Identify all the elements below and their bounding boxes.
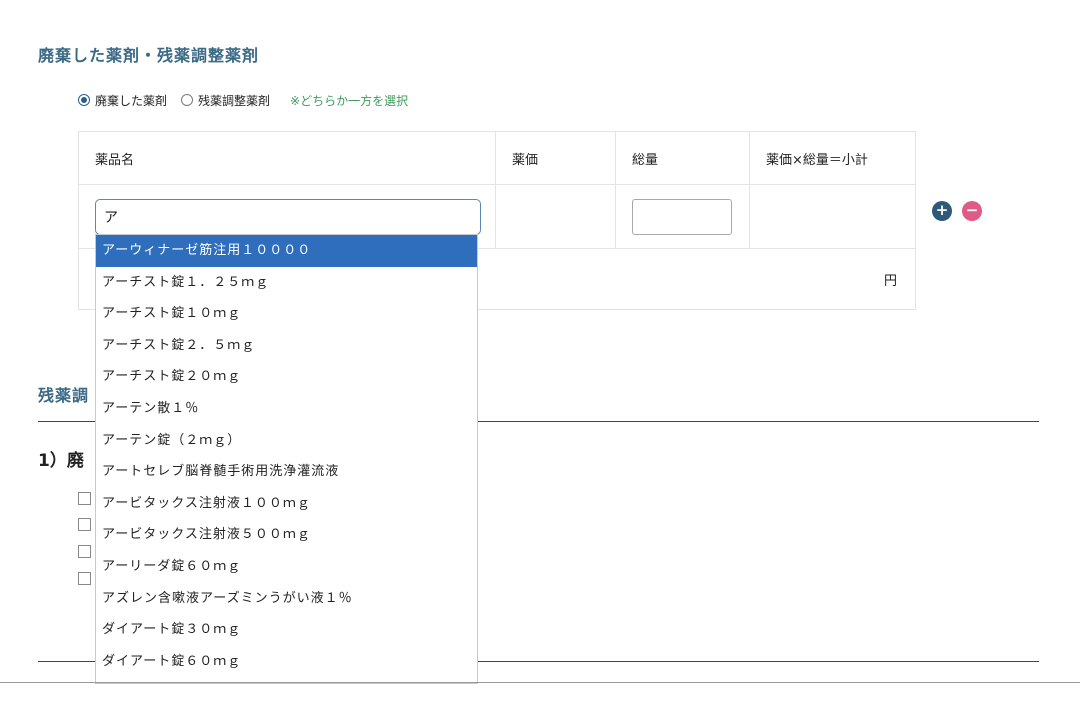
- radio-checked-indicator[interactable]: [78, 94, 90, 106]
- minus-circle-icon: −: [965, 201, 979, 219]
- quantity-input[interactable]: [632, 198, 732, 235]
- selection-hint: ※どちらか一方を選択: [290, 93, 409, 108]
- radio-leftover-adjust-drug[interactable]: 残薬調整薬剤: [181, 92, 270, 109]
- radio-unchecked-indicator[interactable]: [181, 94, 194, 106]
- checkbox[interactable]: [78, 492, 91, 505]
- section-title-leftover: 残薬調: [38, 386, 90, 405]
- price-cell: [495, 184, 616, 249]
- drug-name-input[interactable]: [95, 198, 481, 235]
- add-row-button[interactable]: +: [932, 201, 952, 221]
- autocomplete-dropdown: アーウィナーゼ筋注用１００００ アーチスト錠１．２５ｍｇ アーチスト錠１０ｍｇ …: [95, 234, 478, 684]
- remove-row-button[interactable]: −: [962, 201, 982, 221]
- dropdown-option[interactable]: アービタックス注射液１００ｍｇ: [96, 488, 477, 520]
- table-header-row: 薬品名 薬価 総量 薬価×総量＝小計: [78, 131, 916, 185]
- dropdown-option[interactable]: アートセレブ脳脊髄手術用洗浄灌流液: [96, 456, 477, 488]
- subsection-heading: 1）廃: [38, 451, 84, 471]
- dropdown-option[interactable]: アーリーダ錠６０ｍｇ: [96, 551, 477, 583]
- header-subtotal: 薬価×総量＝小計: [749, 131, 916, 185]
- dropdown-option[interactable]: アーテン錠（２ｍｇ）: [96, 425, 477, 457]
- dropdown-option[interactable]: アービタックス注射液５００ｍｇ: [96, 519, 477, 551]
- dropdown-option[interactable]: ダイアート錠６０ｍｇ: [96, 646, 477, 678]
- dropdown-option[interactable]: アーウィナーゼ筋注用１００００: [96, 235, 477, 267]
- drug-type-radio-group: 廃棄した薬剤 残薬調整薬剤 ※どちらか一方を選択: [78, 91, 408, 109]
- radio-disposed-drug[interactable]: 廃棄した薬剤: [78, 92, 167, 109]
- dropdown-option[interactable]: アーテン散１％: [96, 393, 477, 425]
- section-title: 廃棄した薬剤・残薬調整薬剤: [38, 46, 260, 65]
- header-drug-name: 薬品名: [78, 131, 496, 185]
- dropdown-option[interactable]: アーチスト錠２０ｍｇ: [96, 361, 477, 393]
- dropdown-option[interactable]: アズレン含嗽液アーズミンうがい液１％: [96, 583, 477, 615]
- radio-leftover-adjust-drug-label: 残薬調整薬剤: [198, 93, 271, 108]
- dropdown-option[interactable]: ダイアート錠３０ｍｇ: [96, 614, 477, 646]
- total-unit: 円: [883, 273, 897, 289]
- radio-disposed-drug-label: 廃棄した薬剤: [95, 93, 168, 108]
- dropdown-option[interactable]: アーチスト錠２．５ｍｇ: [96, 330, 477, 362]
- plus-circle-icon: +: [935, 201, 949, 219]
- dropdown-option[interactable]: アーチスト錠１０ｍｇ: [96, 298, 477, 330]
- page-bottom-border: [0, 682, 1080, 683]
- checkbox[interactable]: [78, 572, 91, 585]
- checkbox[interactable]: [78, 518, 91, 531]
- header-quantity: 総量: [615, 131, 750, 185]
- subtotal-cell: [749, 184, 916, 249]
- dropdown-option[interactable]: アーチスト錠１．２５ｍｇ: [96, 267, 477, 299]
- header-price: 薬価: [495, 131, 616, 185]
- checkbox[interactable]: [78, 545, 91, 558]
- quantity-cell: [615, 184, 750, 249]
